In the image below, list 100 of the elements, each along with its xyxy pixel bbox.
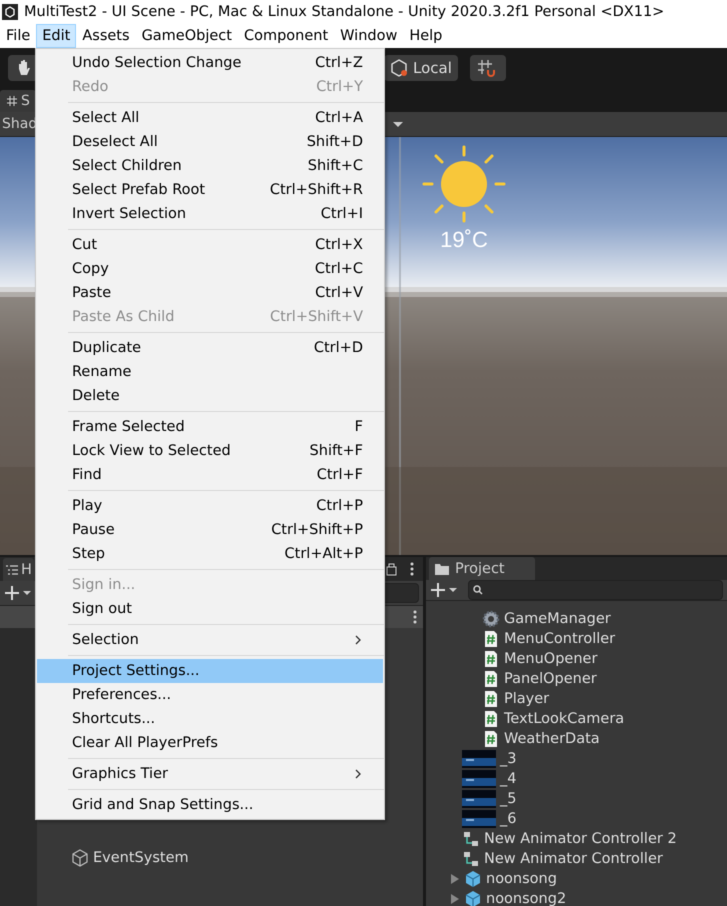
shortcut-text: Ctrl+Z — [315, 55, 363, 71]
menu-item[interactable]: Select Prefab Root Ctrl+Shift+R — [37, 178, 383, 202]
asset-name[interactable]: _5 — [500, 791, 516, 807]
asset-name[interactable]: noonsong — [486, 871, 557, 887]
menu-item-label: Project Settings... — [72, 663, 200, 679]
asset-name[interactable]: GameManager — [504, 611, 611, 627]
menu-item-label: Redo — [72, 79, 108, 95]
asset-name[interactable]: WeatherData — [504, 731, 600, 747]
menu-item[interactable]: Delete — [37, 384, 383, 408]
menu-item[interactable]: Deselect All Shift+D — [37, 130, 383, 154]
asset-name[interactable]: _4 — [500, 771, 516, 787]
menu-item[interactable]: Undo Selection Change Ctrl+Z — [37, 51, 383, 75]
texture-thumbnail — [462, 750, 496, 768]
menu-item-label: Pause — [72, 522, 115, 538]
hierarchy-tab[interactable]: H — [3, 558, 34, 581]
menu-item[interactable]: Grid and Snap Settings... — [37, 793, 383, 817]
menu-item-label: Selection — [72, 632, 139, 648]
menu-item[interactable]: Frame Selected F — [37, 415, 383, 439]
menu-bar-item[interactable]: File — [0, 24, 36, 48]
menu-item[interactable]: Play Ctrl+P — [37, 494, 383, 518]
window-title: MultiTest2 - UI Scene - PC, Mac & Linux Standalone - Unity 2020.3.2f1 Personal <DX11> — [24, 4, 664, 20]
asset-name[interactable]: noonsong2 — [486, 891, 566, 906]
shortcut-text: Ctrl+C — [314, 261, 363, 277]
expand-arrow-icon[interactable] — [450, 893, 460, 905]
scene-tab[interactable]: S — [0, 90, 36, 112]
menu-bar-item[interactable]: Window — [334, 24, 404, 48]
menu-item[interactable]: Project Settings... — [37, 659, 383, 683]
menu-item[interactable]: Find Ctrl+F — [37, 463, 383, 487]
shortcut-text: Ctrl+I — [320, 206, 363, 222]
asset-name[interactable]: _3 — [500, 751, 516, 767]
search-icon — [473, 585, 483, 595]
menu-item[interactable]: Shortcuts... — [37, 707, 383, 731]
asset-name[interactable]: MenuController — [504, 631, 616, 647]
menu-item-label: Select Children — [72, 158, 182, 174]
menu-bar-item[interactable]: Help — [403, 24, 448, 48]
menu-item-label: Paste As Child — [72, 309, 174, 325]
asset-name[interactable]: New Animator Controller — [484, 851, 663, 867]
script-icon — [482, 630, 500, 648]
menu-item[interactable]: Select Children Shift+C — [37, 154, 383, 178]
expand-arrow-icon[interactable] — [450, 873, 460, 885]
menu-item[interactable]: Cut Ctrl+X — [37, 233, 383, 257]
cube-icon — [71, 849, 89, 867]
script-icon — [482, 730, 500, 748]
menu-item-label: Lock View to Selected — [72, 443, 231, 459]
add-icon[interactable] — [4, 585, 34, 601]
shortcut-text: Ctrl+F — [316, 467, 363, 483]
menu-item-label: Sign out — [72, 601, 132, 617]
menu-bar-item[interactable]: Edit — [36, 24, 76, 48]
grid-snap-button[interactable] — [470, 55, 506, 81]
asset-name[interactable]: _6 — [500, 811, 516, 827]
menu-item-label: Find — [72, 467, 102, 483]
hierarchy-item[interactable]: EventSystem — [93, 850, 189, 866]
prefab-icon — [464, 890, 482, 906]
shortcut-text: F — [354, 419, 363, 435]
menu-item[interactable]: Clear All PlayerPrefs — [37, 731, 383, 755]
menu-bar-item[interactable]: Component — [238, 24, 334, 48]
asset-name[interactable]: MenuOpener — [504, 651, 598, 667]
shortcut-text: Ctrl+A — [315, 110, 363, 126]
menu-item[interactable]: Rename — [37, 360, 383, 384]
shortcut-text: Ctrl+D — [314, 340, 363, 356]
shortcut-text: Ctrl+Shift+P — [271, 522, 363, 538]
menu-bar-item[interactable]: Assets — [76, 24, 136, 48]
project-tab[interactable]: Project — [429, 557, 535, 580]
more-icon[interactable] — [413, 610, 417, 624]
menu-item[interactable]: Sign out — [37, 597, 383, 621]
menu-item[interactable]: Step Ctrl+Alt+P — [37, 542, 383, 566]
temperature-text: 19˚C — [440, 227, 488, 253]
menu-item[interactable]: Invert Selection Ctrl+I — [37, 202, 383, 226]
menu-item-label: Play — [72, 498, 102, 514]
script-icon — [482, 690, 500, 708]
menu-item-label: Sign in... — [72, 577, 136, 593]
shortcut-text: Ctrl+Alt+P — [284, 546, 363, 562]
menu-item-label: Paste — [72, 285, 112, 301]
pivot-button[interactable]: Local — [384, 55, 458, 81]
asset-name[interactable]: TextLookCamera — [504, 711, 624, 727]
menu-item[interactable]: Graphics Tier — [37, 762, 383, 786]
asset-name[interactable]: PanelOpener — [504, 671, 597, 687]
menu-item[interactable]: Paste Ctrl+V — [37, 281, 383, 305]
menu-item-label: Grid and Snap Settings... — [72, 797, 254, 813]
menu-item[interactable]: Select All Ctrl+A — [37, 106, 383, 130]
grid-icon — [6, 95, 18, 107]
search-field[interactable] — [468, 580, 723, 600]
menu-item-label: Cut — [72, 237, 97, 253]
menu-item-label: Graphics Tier — [72, 766, 168, 782]
shortcut-text: Ctrl+P — [316, 498, 363, 514]
animator-icon — [462, 850, 480, 868]
asset-name[interactable]: New Animator Controller 2 — [484, 831, 677, 847]
menu-item[interactable]: Duplicate Ctrl+D — [37, 336, 383, 360]
menu-bar-item[interactable]: GameObject — [136, 24, 238, 48]
asset-name[interactable]: Player — [504, 691, 550, 707]
menu-item-label: Rename — [72, 364, 132, 380]
menu-item[interactable]: Lock View to Selected Shift+F — [37, 439, 383, 463]
menu-item-label: Undo Selection Change — [72, 55, 242, 71]
shortcut-text: Ctrl+Y — [316, 79, 363, 95]
menu-item[interactable]: Pause Ctrl+Shift+P — [37, 518, 383, 542]
menu-item[interactable]: Preferences... — [37, 683, 383, 707]
add-icon[interactable] — [430, 582, 460, 598]
list-icon — [5, 564, 19, 576]
menu-item[interactable]: Copy Ctrl+C — [37, 257, 383, 281]
menu-item[interactable]: Selection — [37, 628, 383, 652]
